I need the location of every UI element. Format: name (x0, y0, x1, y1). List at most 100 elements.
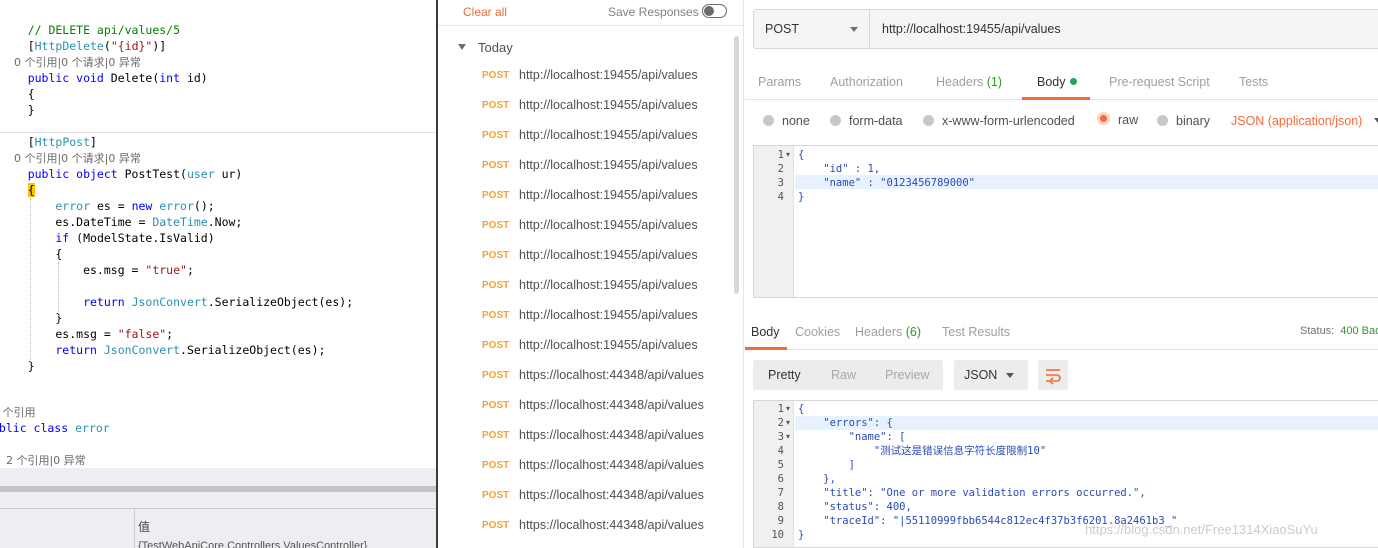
radio-icon (763, 115, 774, 126)
history-item[interactable]: POST https://localhost:44348/api/values (438, 392, 738, 422)
history-item[interactable]: POST http://localhost:19455/api/values (438, 212, 738, 242)
history-item[interactable]: POST http://localhost:19455/api/values (438, 62, 738, 92)
history-sidebar: Clear all Save Responses Today POST http:… (438, 0, 744, 548)
json-line: "name" : "0123456789000" (798, 177, 976, 189)
code-token: .SerializeObject(es); (180, 343, 326, 357)
method-badge: POST (482, 190, 510, 201)
tab-response-headers[interactable]: Headers (6) (855, 325, 921, 339)
radio-raw[interactable]: raw (1097, 112, 1138, 127)
radio-binary[interactable]: binary (1157, 114, 1210, 128)
column-header-line (0, 508, 436, 509)
history-url: http://localhost:19455/api/values (519, 338, 698, 352)
url-input[interactable]: http://localhost:19455/api/values (882, 22, 1061, 36)
fold-arrow-icon[interactable]: ▾ (786, 404, 790, 413)
code-line: error es = new error(); (0, 198, 214, 214)
code-token: (ModelState.IsValid) (76, 231, 215, 245)
horizontal-scrollbar[interactable] (0, 486, 436, 492)
headers-count: (1) (986, 75, 1003, 89)
history-url: http://localhost:19455/api/values (519, 158, 698, 172)
tab-authorization[interactable]: Authorization (830, 75, 903, 89)
tab-body-label: Body (1037, 75, 1066, 89)
method-label: POST (765, 22, 800, 36)
code-line: { (0, 182, 35, 198)
json-line: "status": 400, (798, 501, 912, 513)
code-line: { (0, 86, 35, 102)
history-item[interactable]: POST https://localhost:44348/api/values (438, 422, 738, 452)
history-item[interactable]: POST https://localhost:44348/api/values (438, 512, 738, 542)
radio-form-data[interactable]: form-data (830, 114, 903, 128)
history-item[interactable]: POST http://localhost:19455/api/values (438, 242, 738, 272)
history-item[interactable]: POST http://localhost:19455/api/values (438, 152, 738, 182)
raw-button[interactable]: Raw (831, 368, 856, 382)
history-item[interactable]: POST https://localhost:44348/api/values (438, 482, 738, 512)
code-line: 0 个引用|0 个请求|0 异常 (0, 54, 141, 70)
tab-params[interactable]: Params (758, 75, 801, 89)
response-tabs: Body Cookies Headers (6) Test Results St… (745, 318, 1378, 350)
tab-headers[interactable]: Headers (1) (936, 75, 1002, 89)
json-line: } (798, 191, 805, 203)
radio-urlencoded[interactable]: x-www-form-urlencoded (923, 114, 1075, 128)
content-type-select[interactable]: JSON (application/json) (1231, 114, 1378, 128)
history-item[interactable]: POST https://localhost:44348/api/values (438, 452, 738, 482)
format-select[interactable]: JSON (954, 360, 1028, 390)
history-toolbar: Clear all Save Responses (438, 0, 744, 26)
fold-arrow-icon[interactable]: ▾ (786, 150, 790, 159)
code-token: .SerializeObject(es); (207, 295, 354, 309)
code-token: JsonConvert (131, 295, 208, 309)
radio-icon (830, 115, 841, 126)
clear-all-button[interactable]: Clear all (463, 5, 507, 19)
history-item[interactable]: POST http://localhost:19455/api/values (438, 272, 738, 302)
history-item[interactable]: POST http://localhost:19455/api/values (438, 182, 738, 212)
json-line: }, (798, 473, 836, 485)
line-number: 1 (777, 149, 784, 161)
tab-prerequest-script[interactable]: Pre-request Script (1109, 75, 1210, 89)
json-line: { (798, 403, 805, 415)
history-item[interactable]: POST http://localhost:19455/api/values (438, 332, 738, 362)
fold-arrow-icon[interactable]: ▾ (786, 432, 790, 441)
history-item[interactable]: POST http://localhost:19455/api/values (438, 302, 738, 332)
code-line: public void Delete(int id) (0, 70, 208, 86)
chevron-down-icon (1374, 118, 1378, 123)
radio-none[interactable]: none (763, 114, 810, 128)
indent-guide (58, 262, 59, 316)
method-badge: POST (482, 400, 510, 411)
save-responses-toggle[interactable] (702, 4, 727, 18)
preview-button[interactable]: Preview (885, 368, 929, 382)
history-item[interactable]: POST https://localhost:44348/api/values (438, 362, 738, 392)
wrap-lines-button[interactable] (1038, 360, 1068, 390)
method-select[interactable]: POST (754, 10, 870, 48)
indent-guide (30, 198, 31, 364)
tab-cookies[interactable]: Cookies (795, 325, 840, 339)
json-line: "title": "One or more validation errors … (798, 487, 1146, 499)
history-item[interactable]: POST http://localhost:19455/api/values (438, 122, 738, 152)
history-group-today[interactable]: Today (458, 40, 513, 55)
tab-response-body[interactable]: Body (751, 325, 780, 339)
code-editor[interactable]: // DELETE api/values/5 [HttpDelete("{id}… (0, 0, 436, 548)
tab-tests[interactable]: Tests (1239, 75, 1268, 89)
code-token: 2 个引用|0 异常 (0, 454, 86, 467)
value-cell: {TestWebApiCore.Controllers.ValuesContro… (138, 540, 368, 548)
code-token: ur) (214, 167, 243, 181)
method-badge: POST (482, 130, 510, 141)
json-line: "测试这是错误信息字符长度限制10" (798, 445, 1047, 457)
code-token: { (0, 247, 63, 261)
tab-body[interactable]: Body (1037, 75, 1077, 89)
method-badge: POST (482, 460, 510, 471)
method-badge: POST (482, 160, 510, 171)
code-token: public object (0, 167, 125, 181)
code-token: return (0, 343, 104, 357)
active-tab-indicator (1022, 97, 1090, 100)
code-token: id) (180, 71, 208, 85)
request-body-editor[interactable]: 1 ▾ {2 "id" : 1, 3 "name" : "0123456789000"… (753, 145, 1378, 298)
method-badge: POST (482, 370, 510, 381)
tab-test-results[interactable]: Test Results (942, 325, 1010, 339)
json-line: "errors": { (798, 417, 893, 429)
code-token: { (0, 87, 35, 101)
format-label: JSON (964, 368, 998, 382)
history-scrollbar[interactable] (734, 36, 739, 294)
code-line: // DELETE api/values/5 (0, 22, 180, 38)
fold-arrow-icon[interactable]: ▾ (786, 418, 790, 427)
pretty-button[interactable]: Pretty (768, 368, 801, 382)
value-column-header: 值 (138, 520, 151, 534)
history-item[interactable]: POST http://localhost:19455/api/values (438, 92, 738, 122)
